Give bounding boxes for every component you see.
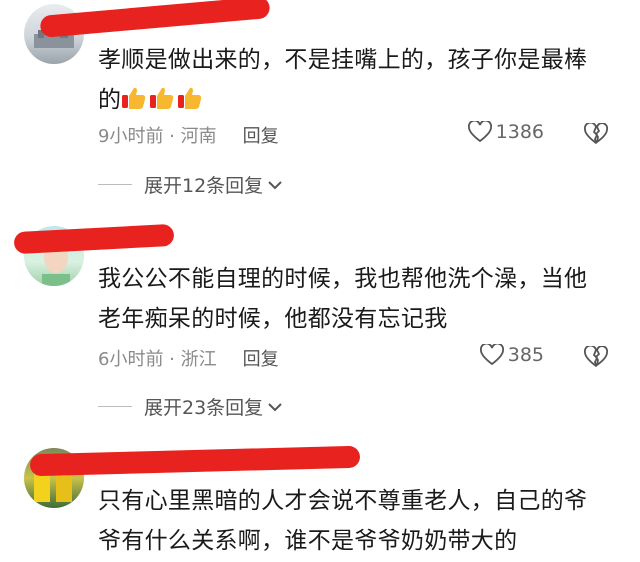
like-count: 385 bbox=[507, 344, 544, 366]
divider bbox=[98, 184, 132, 185]
chevron-down-icon bbox=[268, 402, 282, 411]
expand-replies-button[interactable]: 展开12条回复 bbox=[98, 171, 283, 198]
like-button[interactable]: 1386 bbox=[467, 121, 544, 143]
expand-replies-label: 展开12条回复 bbox=[144, 175, 264, 197]
time-location: 9小时前 · 河南 bbox=[98, 126, 217, 147]
heart-outline-icon bbox=[467, 121, 492, 143]
comment-text: 孝顺是做出来的，不是挂嘴上的，孩子你是最棒 的 bbox=[98, 40, 618, 120]
reply-button[interactable]: 回复 bbox=[243, 345, 279, 371]
expand-replies-button[interactable]: 展开23条回复 bbox=[98, 393, 283, 420]
comment-meta: 9小时前 · 河南 回复 bbox=[98, 122, 279, 148]
comment-text: 我公公不能自理的时候，我也帮他洗个澡，当他 老年痴呆的时候，他都没有忘记我 bbox=[98, 259, 618, 339]
comment-text-line: 爷有什么关系啊，谁不是爷爷奶奶带大的 bbox=[98, 528, 518, 554]
comment-text-line: 只有心里黑暗的人才会说不尊重老人，自己的爷 bbox=[98, 488, 588, 514]
time-location: 6小时前 · 浙江 bbox=[98, 349, 217, 370]
divider bbox=[98, 406, 132, 407]
redacted-username bbox=[29, 445, 361, 477]
comment-text-fragment: 的 bbox=[98, 87, 122, 113]
dislike-button[interactable] bbox=[584, 344, 609, 372]
like-button[interactable]: 385 bbox=[479, 344, 544, 366]
like-count: 1386 bbox=[495, 121, 544, 143]
chevron-down-icon bbox=[268, 180, 282, 189]
comment-text-line: 我公公不能自理的时候，我也帮他洗个澡，当他 bbox=[98, 266, 588, 292]
heart-outline-icon bbox=[479, 344, 504, 366]
reply-button[interactable]: 回复 bbox=[243, 122, 279, 148]
redacted-username bbox=[13, 223, 175, 255]
broken-heart-icon bbox=[584, 344, 609, 367]
expand-replies-label: 展开23条回复 bbox=[144, 397, 264, 419]
comment-text-line: 的 bbox=[98, 80, 618, 120]
comment-text: 只有心里黑暗的人才会说不尊重老人，自己的爷 爷有什么关系啊，谁不是爷爷奶奶带大的 bbox=[98, 481, 618, 561]
dislike-button[interactable] bbox=[584, 121, 609, 149]
broken-heart-icon bbox=[584, 121, 609, 144]
comment-meta: 6小时前 · 浙江 回复 bbox=[98, 345, 279, 371]
comment-text-line: 老年痴呆的时候，他都没有忘记我 bbox=[98, 306, 448, 332]
comment-text-line: 孝顺是做出来的，不是挂嘴上的，孩子你是最棒 bbox=[98, 47, 588, 73]
redacted-username bbox=[39, 0, 271, 38]
thumbs-up-emoji-icon bbox=[121, 87, 205, 113]
